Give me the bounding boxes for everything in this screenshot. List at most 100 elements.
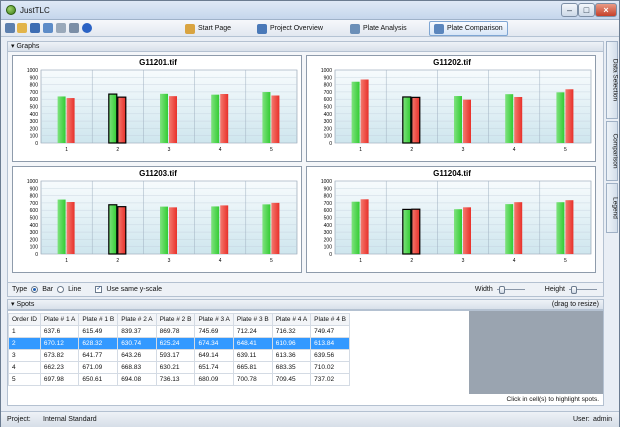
table-cell[interactable]: 736.13 bbox=[155, 373, 196, 386]
column-header[interactable]: Plate # 1 B bbox=[78, 313, 119, 326]
table-cell[interactable]: 700.78 bbox=[232, 373, 273, 386]
table-cell[interactable]: 630.74 bbox=[117, 337, 157, 350]
table-cell[interactable]: 662.23 bbox=[39, 361, 80, 374]
table-cell[interactable]: 745.69 bbox=[194, 325, 234, 338]
table-cell[interactable]: 639.11 bbox=[232, 349, 273, 362]
table-cell[interactable]: 680.09 bbox=[194, 373, 234, 386]
table-cell[interactable]: 613.36 bbox=[271, 349, 312, 362]
table-cell[interactable]: 674.34 bbox=[194, 337, 234, 350]
table-cell[interactable]: 648.41 bbox=[232, 337, 273, 350]
table-cell[interactable]: 637.6 bbox=[39, 325, 80, 338]
bar-plate-a bbox=[211, 206, 220, 254]
table-cell[interactable]: 694.08 bbox=[117, 373, 157, 386]
table-row[interactable]: 3 673.82 641.77 643.26 593.17 649.14 639.11 613… bbox=[8, 349, 350, 362]
table-cell[interactable]: 3 bbox=[8, 349, 41, 362]
height-slider[interactable] bbox=[569, 285, 597, 294]
y-tick-label: 300 bbox=[30, 119, 39, 125]
chart-panel: G11202.tif 0 100 200 300 400 500 600 700 800 900 10… bbox=[306, 55, 596, 162]
column-header[interactable]: Plate # 2 A bbox=[117, 313, 157, 326]
table-cell[interactable]: 670.12 bbox=[39, 337, 80, 350]
x-tick-label: 5 bbox=[270, 147, 273, 153]
column-header[interactable]: Plate # 1 A bbox=[39, 313, 80, 326]
table-cell[interactable]: 709.45 bbox=[271, 373, 312, 386]
table-cell[interactable]: 671.09 bbox=[78, 361, 119, 374]
table-cell[interactable]: 641.77 bbox=[78, 349, 119, 362]
side-tab-legend[interactable]: Legend bbox=[606, 183, 619, 233]
table-cell[interactable]: 613.84 bbox=[310, 337, 350, 350]
table-cell[interactable]: 651.74 bbox=[194, 361, 234, 374]
save-icon[interactable] bbox=[30, 23, 40, 33]
table-cell[interactable]: 749.47 bbox=[310, 325, 350, 338]
table-cell[interactable]: 628.32 bbox=[78, 337, 119, 350]
open-folder-icon[interactable] bbox=[17, 23, 27, 33]
table-row[interactable]: 4 662.23 671.09 668.83 630.21 651.74 665.81 683… bbox=[8, 361, 350, 374]
y-tick-label: 200 bbox=[324, 126, 333, 132]
table-cell[interactable]: 615.49 bbox=[78, 325, 119, 338]
table-row[interactable]: 1 637.6 615.49 839.37 869.78 745.69 712.24 716.… bbox=[8, 325, 350, 338]
same-y-scale-checkbox[interactable]: ✓ bbox=[95, 286, 103, 293]
menu-icon[interactable] bbox=[5, 23, 15, 33]
close-button[interactable]: × bbox=[595, 3, 617, 17]
column-header[interactable]: Plate # 2 B bbox=[155, 313, 196, 326]
nav-plate-analysis[interactable]: Plate Analysis bbox=[346, 21, 411, 36]
spots-panel-header[interactable]: ▾ Spots (drag to resize) bbox=[7, 299, 604, 310]
height-slider-thumb[interactable] bbox=[571, 286, 577, 294]
bar-plate-a bbox=[351, 201, 360, 254]
y-tick-label: 900 bbox=[30, 75, 39, 81]
table-cell[interactable]: 673.82 bbox=[39, 349, 80, 362]
nav-plate-comparison[interactable]: Plate Comparison bbox=[429, 21, 508, 36]
column-header[interactable]: Plate # 4 B bbox=[310, 313, 350, 326]
table-cell[interactable]: 650.61 bbox=[78, 373, 119, 386]
table-cell[interactable]: 5 bbox=[8, 373, 41, 386]
side-tab-data-selection[interactable]: Data Selection bbox=[606, 41, 619, 119]
nav-label: Plate Comparison bbox=[447, 25, 503, 32]
table-cell[interactable]: 737.02 bbox=[310, 373, 350, 386]
table-cell[interactable]: 869.78 bbox=[155, 325, 196, 338]
nav-project-overview[interactable]: Project Overview bbox=[253, 21, 327, 36]
table-cell[interactable]: 697.98 bbox=[39, 373, 80, 386]
export-icon[interactable] bbox=[56, 23, 66, 33]
y-tick-label: 300 bbox=[324, 230, 333, 236]
column-header[interactable]: Order ID bbox=[8, 313, 41, 326]
table-cell[interactable]: 683.35 bbox=[271, 361, 312, 374]
column-header[interactable]: Plate # 3 A bbox=[194, 313, 234, 326]
nav-label: Project Overview bbox=[270, 25, 323, 32]
help-icon[interactable] bbox=[82, 23, 92, 33]
graphs-panel-header[interactable]: ▾ Graphs bbox=[7, 41, 604, 52]
table-cell[interactable]: 4 bbox=[8, 361, 41, 374]
chart-title: G11201.tif bbox=[139, 58, 177, 67]
bar-plate-a bbox=[402, 96, 412, 144]
table-cell[interactable]: 625.24 bbox=[155, 337, 196, 350]
table-row[interactable]: 2 670.12 628.32 630.74 625.24 674.34 648.41 610… bbox=[8, 337, 350, 350]
column-header[interactable]: Plate # 4 A bbox=[271, 313, 312, 326]
width-slider[interactable] bbox=[496, 285, 525, 294]
table-cell[interactable]: 639.56 bbox=[310, 349, 350, 362]
print-icon[interactable] bbox=[69, 23, 79, 33]
table-cell[interactable]: 668.83 bbox=[117, 361, 157, 374]
nav-start-page[interactable]: Start Page bbox=[181, 21, 235, 36]
table-cell[interactable]: 649.14 bbox=[194, 349, 234, 362]
table-row[interactable]: 5 697.98 650.61 694.08 736.13 680.09 700.78 709… bbox=[8, 373, 350, 386]
maximize-button[interactable]: □ bbox=[578, 3, 595, 17]
table-cell[interactable]: 643.26 bbox=[117, 349, 157, 362]
table-cell[interactable]: 630.21 bbox=[155, 361, 196, 374]
line-radio[interactable] bbox=[57, 286, 65, 293]
table-cell[interactable]: 593.17 bbox=[155, 349, 196, 362]
table-cell[interactable]: 2 bbox=[8, 337, 41, 350]
bar-radio[interactable] bbox=[31, 286, 39, 293]
bar-plate-a bbox=[454, 209, 462, 254]
table-cell[interactable]: 716.32 bbox=[271, 325, 312, 338]
table-cell[interactable]: 665.81 bbox=[232, 361, 273, 374]
table-cell[interactable]: 712.24 bbox=[232, 325, 273, 338]
table-cell[interactable]: 610.96 bbox=[271, 337, 312, 350]
minimize-button[interactable]: – bbox=[561, 3, 578, 17]
width-slider-thumb[interactable] bbox=[498, 286, 505, 294]
table-cell[interactable]: 839.37 bbox=[117, 325, 157, 338]
project-value: Internal Standard bbox=[43, 416, 97, 423]
table-cell[interactable]: 710.02 bbox=[310, 361, 350, 374]
column-header[interactable]: Plate # 3 B bbox=[232, 313, 273, 326]
y-tick-label: 700 bbox=[30, 201, 39, 207]
side-tab-comparison[interactable]: Comparison bbox=[606, 121, 619, 181]
import-icon[interactable] bbox=[43, 23, 53, 33]
table-cell[interactable]: 1 bbox=[8, 325, 41, 338]
